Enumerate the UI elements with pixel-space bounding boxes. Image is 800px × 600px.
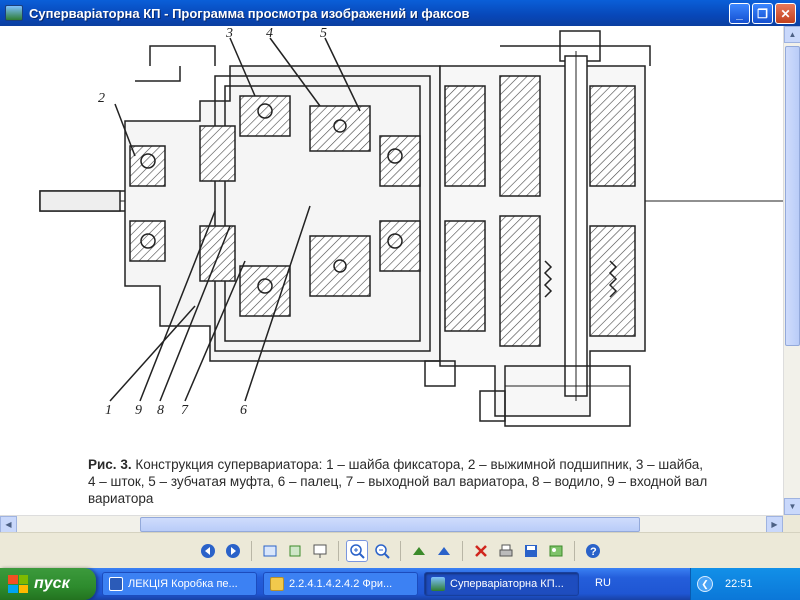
vertical-scrollbar[interactable]: ▲ ▼ [783,26,800,515]
toolbar-separator [250,540,252,561]
slideshow-icon[interactable] [309,540,331,562]
scroll-right-icon[interactable]: ▶ [766,516,783,533]
system-tray: RU ❮ 22:51 [595,568,800,600]
label-7: 7 [181,403,189,418]
caption-text: Конструкция супервариатора: 1 – шайба фи… [88,457,708,506]
vertical-scroll-thumb[interactable] [785,46,800,346]
next-image-icon[interactable] [222,540,244,562]
scroll-down-icon[interactable]: ▼ [784,498,800,515]
viewer-toolbar: ? [0,532,800,568]
clock[interactable]: 22:51 [725,578,753,590]
window-controls: _ ❐ ✕ [729,3,796,24]
scroll-up-icon[interactable]: ▲ [784,26,800,43]
svg-text:?: ? [590,546,597,558]
mechanical-drawing: 2 3 4 5 1 9 8 7 6 [39,26,783,427]
label-6: 6 [240,403,247,418]
scroll-left-icon[interactable]: ◀ [0,516,17,533]
toolbar-separator [461,540,463,561]
taskbar-item-folder[interactable]: 2.2.4.1.4.2.4.2 Фри... [263,572,418,596]
taskbar-item-image-viewer[interactable]: Суперваріаторна КП... [424,572,579,596]
chevron-left-icon[interactable]: ❮ [697,576,713,592]
caption-prefix: Рис. 3. [88,457,132,472]
close-button[interactable]: ✕ [775,3,796,24]
horizontal-scrollbar[interactable]: ◀ ▶ [0,515,783,533]
taskbar-item-word[interactable]: ЛЕКЦІЯ Коробка пе... [102,572,257,596]
language-indicator[interactable]: RU [595,577,611,589]
label-4: 4 [266,26,273,41]
image-viewport[interactable]: 2 3 4 5 1 9 8 7 6 Рис. 3. Конструкция су… [0,26,783,515]
label-9: 9 [135,403,142,418]
windows-logo-icon [8,575,28,593]
rotate-clockwise-icon[interactable] [408,540,430,562]
zoom-out-icon[interactable] [371,540,393,562]
image-viewer-icon [431,577,445,591]
image-viewer-icon [5,5,23,21]
minimize-button[interactable]: _ [729,3,750,24]
rotate-counterclockwise-icon[interactable] [433,540,455,562]
toolbar-separator [337,540,339,561]
best-fit-icon[interactable] [259,540,281,562]
help-icon[interactable]: ? [582,540,604,562]
window-title: Суперваріаторна КП - Программа просмотра… [29,5,470,21]
maximize-button[interactable]: ❐ [752,3,773,24]
delete-icon[interactable] [470,540,492,562]
start-button[interactable]: пуск [0,568,96,600]
zoom-in-icon[interactable] [345,539,368,562]
label-2: 2 [98,91,105,106]
word-icon [109,577,123,591]
prev-image-icon[interactable] [197,540,219,562]
toolbar-separator [573,540,575,561]
toolbar-separator [399,540,401,561]
save-icon[interactable] [520,540,542,562]
taskbar: пуск ЛЕКЦІЯ Коробка пе... 2.2.4.1.4.2.4.… [0,568,800,600]
edit-icon[interactable] [545,540,567,562]
horizontal-scroll-thumb[interactable] [140,517,640,532]
scrollbar-corner [783,515,800,532]
figure-caption: Рис. 3. Конструкция супервариатора: 1 – … [88,456,708,507]
label-1: 1 [105,403,112,418]
title-bar[interactable]: Суперваріаторна КП - Программа просмотра… [0,0,800,26]
print-icon[interactable] [495,540,517,562]
actual-size-icon[interactable] [284,540,306,562]
label-8: 8 [157,403,164,418]
folder-icon [270,577,284,591]
start-label: пуск [34,575,70,592]
label-3: 3 [225,26,233,41]
label-5: 5 [320,26,327,41]
